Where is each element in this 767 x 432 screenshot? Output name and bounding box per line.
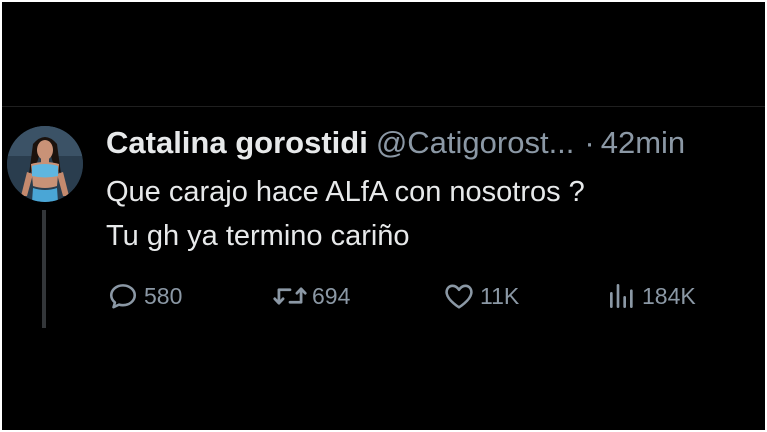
heart-icon — [445, 284, 473, 309]
like-button[interactable]: 11K — [442, 278, 519, 314]
tweet-screenshot: Catalina gorostidi @Catigorost... · 42min Q… — [2, 2, 765, 430]
tweet-text-line: Que carajo hace ALfA con nosotros ? — [106, 176, 585, 208]
top-divider — [2, 106, 765, 107]
retweet-arrows-icon — [273, 287, 307, 305]
retweet-count: 694 — [312, 282, 351, 309]
reply-button[interactable]: 580 — [106, 278, 182, 314]
separator-dot: · — [584, 125, 595, 160]
tweet-text-line: Tu gh ya termino cariño — [106, 220, 410, 252]
profile-photo-icon — [7, 126, 83, 202]
retweet-button[interactable]: 694 — [272, 278, 350, 314]
tweet-text: Que carajo hace ALfA con nosotros ? Tu g… — [106, 170, 585, 258]
action-bar: 580 694 11K 184K — [106, 278, 726, 314]
timestamp[interactable]: 42min — [601, 125, 685, 160]
thread-line — [42, 210, 46, 328]
display-name[interactable]: Catalina gorostidi — [106, 125, 368, 160]
views-button[interactable]: 184K — [606, 278, 696, 314]
view-count: 184K — [642, 282, 696, 309]
bar-chart-icon — [610, 284, 633, 308]
tweet-header: Catalina gorostidi @Catigorost... · 42min — [106, 124, 685, 162]
speech-bubble-icon — [109, 284, 137, 309]
like-count: 11K — [480, 282, 520, 309]
avatar[interactable] — [7, 126, 83, 202]
user-handle[interactable]: @Catigorost... — [376, 125, 575, 160]
reply-count: 580 — [144, 282, 183, 309]
